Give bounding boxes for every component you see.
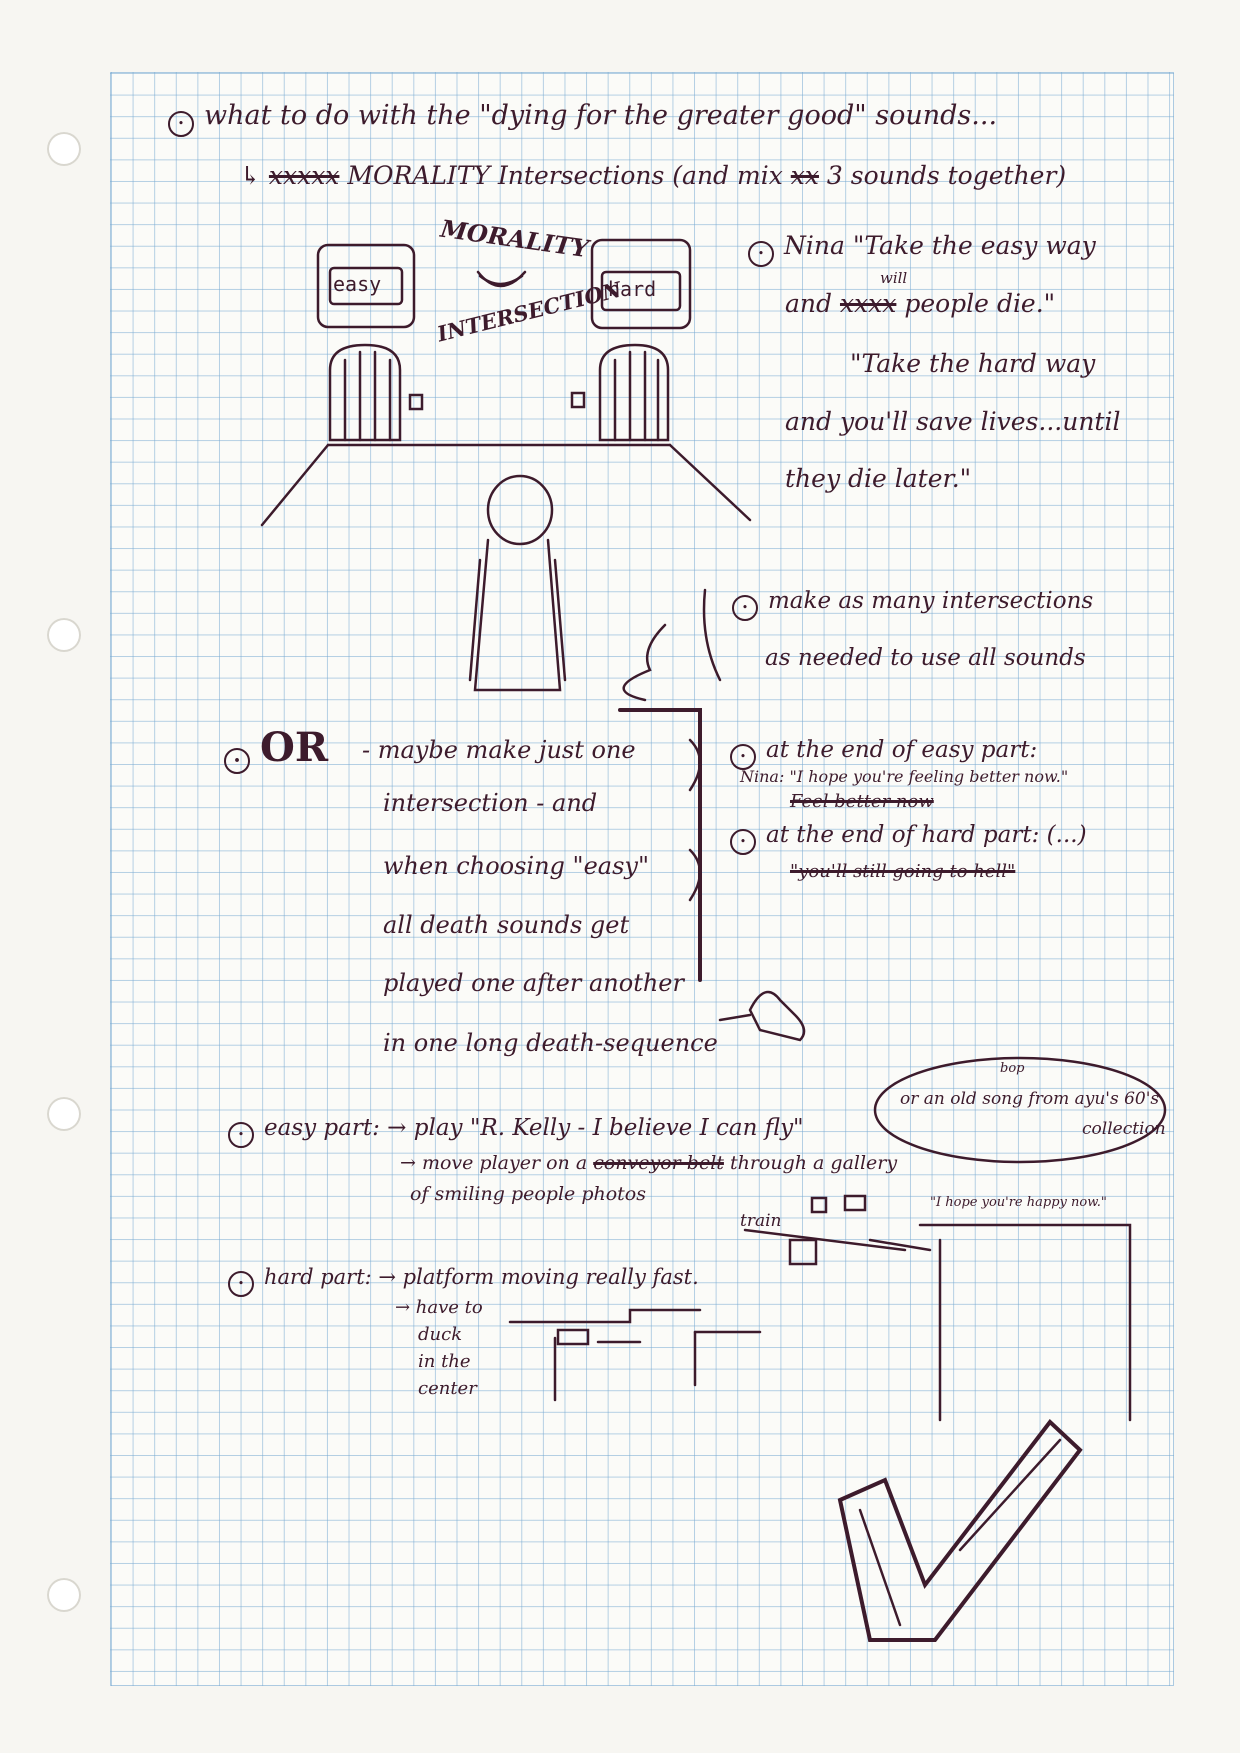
easy-alt-bop: bop (1000, 1061, 1025, 1076)
note-many-intersections-1: • make as many intersections (732, 588, 1093, 621)
nina-quote-line-5: they die later." (785, 464, 972, 493)
or-line-2: intersection - and (383, 789, 598, 817)
end-hard-part: • at the end of hard part: (...) (730, 822, 1087, 855)
check-mark-icon (837, 1419, 1083, 1642)
thumbs-up-icon (748, 990, 806, 1042)
bullet-icon: • (748, 241, 774, 267)
end-easy-part: • at the end of easy part: (730, 737, 1037, 770)
character-head (486, 474, 554, 546)
nina-quote-line-2: and xxxx people die." (785, 289, 1056, 318)
hard-part-line: • hard part: → platform moving really fas… (228, 1265, 699, 1297)
bullet-icon: • (732, 595, 758, 621)
bullet-icon: • (228, 1271, 254, 1297)
train-label: train (740, 1211, 782, 1231)
easy-alt-line-2: collection (1082, 1119, 1166, 1139)
character-body (473, 538, 562, 692)
hard-line-3: duck (418, 1324, 463, 1345)
nina-quote-line-3: "Take the hard way (850, 349, 1096, 378)
or-line-1: - maybe make just one (362, 736, 636, 764)
easy-photos-line: of smiling people photos (410, 1183, 646, 1205)
hard-line-2: → have to (395, 1297, 483, 1318)
note-many-intersections-2: as needed to use all sounds (765, 645, 1086, 671)
nina-quote-line-1: • Nina "Take the easy way (748, 231, 1096, 267)
nina-quote-line-4: and you'll save lives...until (785, 407, 1121, 436)
hope-happy-label: "I hope you're happy now." (930, 1195, 1107, 1210)
or-line-5: played one after another (383, 969, 684, 997)
hard-line-5: center (418, 1378, 477, 1399)
or-line-4: all death sounds get (383, 911, 630, 939)
or-label: • OR (224, 725, 328, 774)
hard-line-4: in the (418, 1351, 471, 1372)
bullet-icon: • (730, 829, 756, 855)
or-line-6: in one long death-sequence (383, 1029, 718, 1057)
nina-quote-will: will (880, 269, 908, 287)
easy-part-line: • easy part: → play "R. Kelly - I believe… (228, 1115, 804, 1148)
end-easy-strikeout: Feel better now (790, 791, 934, 812)
door-sign-easy: easy (333, 272, 382, 296)
end-hard-strikeout: "you'll still going to hell" (790, 861, 1016, 882)
easy-move-line: → move player on a conveyor belt through… (400, 1152, 898, 1174)
easy-alt-line-1: or an old song from ayu's 60's (900, 1089, 1160, 1109)
bullet-icon: • (224, 748, 250, 774)
end-easy-nina: Nina: "I hope you're feeling better now.… (740, 767, 1069, 786)
or-line-3: when choosing "easy" (383, 852, 649, 880)
bullet-icon: • (228, 1122, 254, 1148)
